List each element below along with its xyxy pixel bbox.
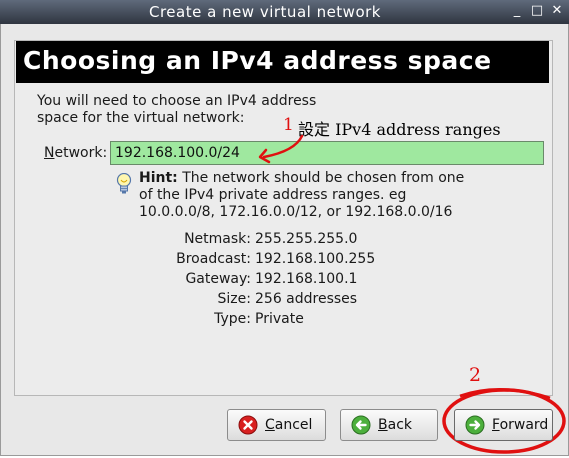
type-label: Type: [214,311,251,327]
annotation-step-1-text: 設定 IPv4 address ranges [298,120,501,139]
forward-label: Forward [492,417,549,433]
netmask-label: Netmask: [184,231,251,247]
page-title: Choosing an IPv4 address space [23,46,492,75]
close-circle-icon [238,415,258,435]
network-label: Network: [44,145,108,161]
page-banner: Choosing an IPv4 address space [16,41,549,83]
intro-line-1: You will need to choose an IPv4 address [37,93,317,109]
forward-button[interactable]: Forward [454,409,553,441]
arrow-right-circle-icon [465,415,485,435]
gateway-value: 192.168.100.1 [255,271,358,287]
window-title: Create a new virtual network [149,3,381,21]
cancel-button[interactable]: Cancel [227,409,326,441]
close-icon[interactable]: ✕ [550,4,564,18]
title-bar[interactable]: Create a new virtual network _ □ ✕ [0,0,569,24]
annotation-step-2-number: 2 [469,364,482,386]
hint-text: Hint: The network should be chosen from … [139,170,465,220]
size-value: 256 addresses [255,291,358,307]
annotation-step-1-number: 1 [283,115,294,135]
maximize-icon[interactable]: □ [530,4,544,18]
broadcast-value: 192.168.100.255 [255,251,376,267]
hint-bold: Hint: [139,170,178,186]
network-input[interactable] [110,141,544,165]
minimize-icon[interactable]: _ [510,4,524,18]
size-label: Size: [217,291,251,307]
annotation-arrow [258,134,304,164]
back-label: Back [378,417,412,433]
cancel-label: Cancel [265,417,313,433]
gateway-label: Gateway: [185,271,251,287]
arrow-left-circle-icon [351,415,371,435]
broadcast-label: Broadcast: [176,251,251,267]
netmask-value: 255.255.255.0 [255,231,358,247]
lightbulb-icon [116,172,132,195]
back-button[interactable]: Back [340,409,438,441]
type-value: Private [255,311,304,327]
